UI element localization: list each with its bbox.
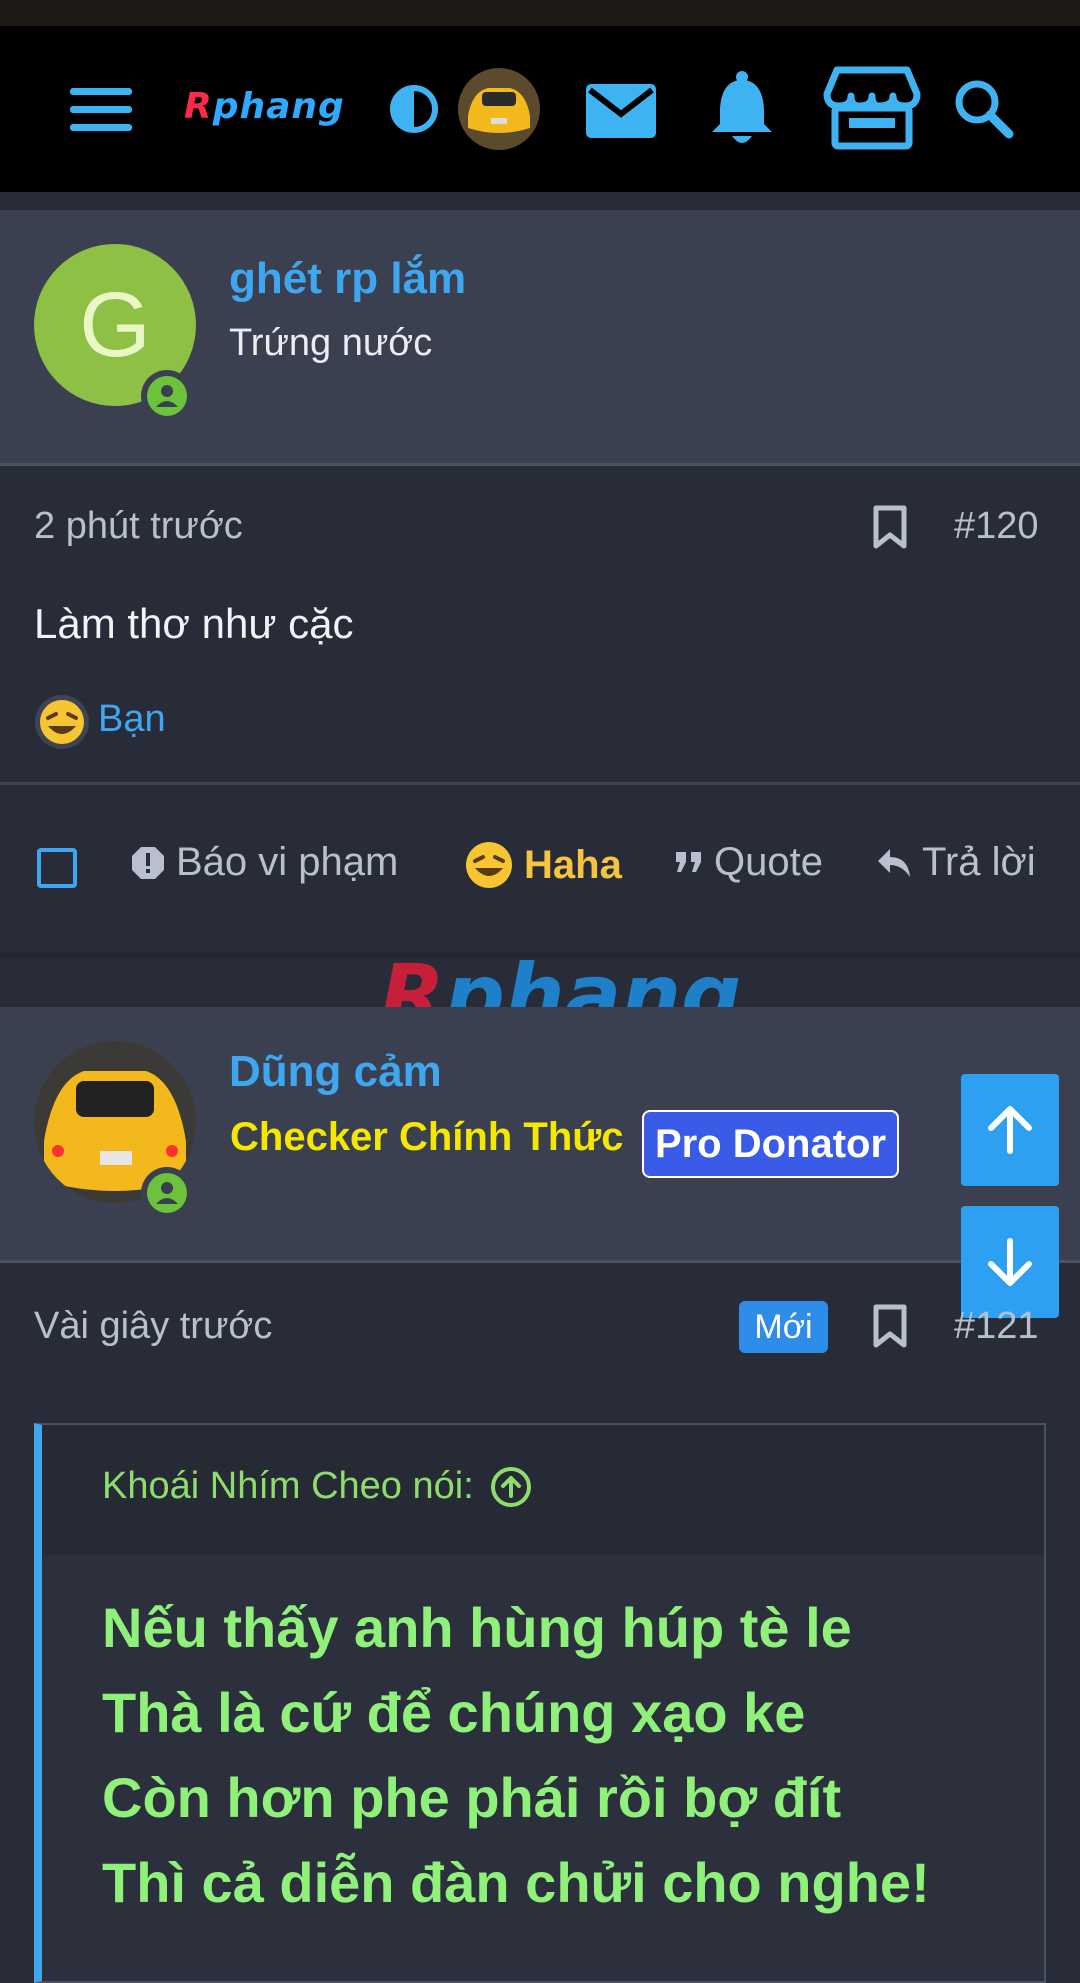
contrast-icon[interactable] — [389, 84, 439, 139]
laugh-reaction-icon — [34, 694, 90, 755]
quote-author[interactable]: Khoái Nhím Cheo nói: — [102, 1465, 532, 1508]
quote-line: Nếu thấy anh hùng húp tè le — [102, 1596, 852, 1659]
quote-icon — [676, 851, 701, 872]
store-icon[interactable] — [823, 66, 921, 155]
status-strip — [0, 0, 1080, 26]
bookmark-icon[interactable] — [872, 505, 908, 554]
avatar[interactable] — [458, 68, 540, 155]
top-navbar: Rphang — [0, 26, 1080, 192]
laugh-icon — [466, 842, 512, 888]
menu-icon[interactable] — [70, 86, 132, 137]
post-number[interactable]: #120 — [954, 505, 1039, 548]
quote-line: Thì cả diễn đàn chửi cho nghe! — [102, 1851, 930, 1914]
report-button[interactable]: Báo vi phạm — [130, 840, 398, 885]
username[interactable]: Dũng cảm — [229, 1047, 442, 1097]
post-120-author: G ghét rp lắm Trứng nước — [0, 210, 1080, 466]
site-logo[interactable]: Rphang — [184, 86, 345, 127]
select-checkbox[interactable] — [37, 848, 77, 888]
bell-icon[interactable] — [710, 70, 774, 151]
username[interactable]: ghét rp lắm — [229, 254, 466, 304]
reply-icon — [878, 848, 910, 877]
quote-block: Khoái Nhím Cheo nói: Nếu thấy anh hùng h… — [34, 1423, 1046, 1983]
quote-header: Khoái Nhím Cheo nói: — [42, 1425, 1044, 1555]
post-time[interactable]: Vài giây trước — [34, 1305, 272, 1348]
post-time[interactable]: 2 phút trước — [34, 505, 243, 548]
post-body: Làm thơ như cặc — [34, 600, 354, 647]
online-status-icon — [141, 1167, 193, 1219]
haha-reaction-button[interactable]: Haha — [464, 840, 622, 890]
warning-icon — [132, 846, 164, 879]
arrow-circle-up-icon[interactable] — [490, 1466, 532, 1508]
user-title: Trứng nước — [229, 322, 433, 364]
reply-button[interactable]: Trả lời — [876, 840, 1036, 885]
arrow-up-icon — [988, 1106, 1032, 1154]
post-number[interactable]: #121 — [954, 1305, 1039, 1348]
mail-icon[interactable] — [586, 84, 656, 143]
scroll-down-button[interactable] — [961, 1206, 1059, 1318]
quote-button[interactable]: Quote — [674, 840, 823, 885]
quote-line: Thà là cứ để chúng xạo ke — [102, 1681, 806, 1744]
divider — [0, 782, 1080, 785]
new-badge: Mới — [739, 1301, 828, 1353]
online-status-icon — [141, 370, 193, 422]
scroll-up-button[interactable] — [961, 1074, 1059, 1186]
search-icon[interactable] — [953, 78, 1015, 145]
arrow-down-icon — [988, 1238, 1032, 1286]
user-title: Checker Chính Thức — [230, 1115, 624, 1159]
bookmark-icon[interactable] — [872, 1304, 908, 1353]
quote-line: Còn hơn phe phái rồi bợ đít — [102, 1766, 842, 1829]
donator-badge: Pro Donator — [642, 1110, 899, 1178]
reaction-users[interactable]: Bạn — [98, 698, 166, 741]
